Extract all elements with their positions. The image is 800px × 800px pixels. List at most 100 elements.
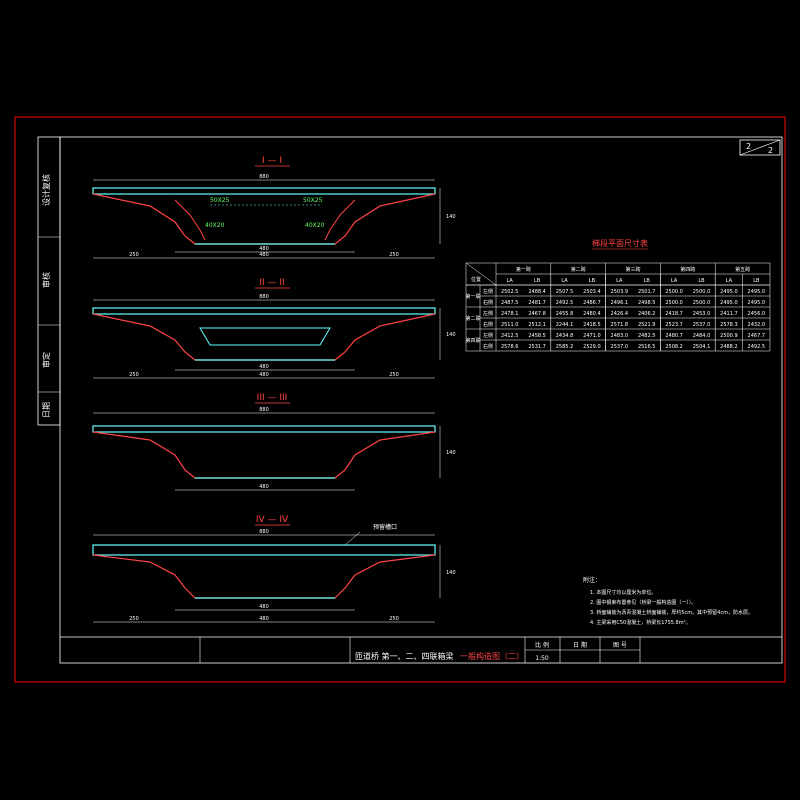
table-cell: 2492.5 — [748, 344, 766, 350]
section-4-width: 880 — [259, 529, 269, 535]
table-cell: 2486.7 — [583, 300, 601, 306]
section-2-width: 880 — [259, 294, 269, 300]
table-header-span: 第四跨 — [680, 266, 695, 273]
section-3-bottom-center: 480 — [259, 484, 269, 490]
section-4-top-slab — [92, 544, 436, 556]
table-cell: 2500.0 — [693, 300, 711, 306]
table-cell: 2537.0 — [693, 322, 711, 328]
table-cell: 2501.7 — [638, 289, 656, 295]
table-header-span: 第五跨 — [735, 266, 750, 273]
section-2-bottom-mid: 480 — [259, 372, 269, 378]
section-3-side-height: 140 — [446, 450, 456, 456]
section-1-top-slab — [92, 187, 436, 195]
table-cell: 2471.0 — [583, 333, 601, 339]
table-cell: 2432.0 — [748, 322, 766, 328]
table-cell: 2412.5 — [501, 333, 519, 339]
sheet-total: 2 — [768, 146, 773, 155]
table-cell: 2467.7 — [748, 333, 766, 339]
table-title: 梯段平面尺寸表 — [592, 238, 648, 248]
table-cell: 2500.9 — [720, 333, 738, 339]
section-2-bottom-center: 480 — [259, 364, 269, 370]
section-1-bottom-left: 250 — [129, 252, 139, 258]
table-cell: 2507.5 — [556, 289, 574, 295]
section-4-title: IV — IV — [256, 515, 289, 525]
section-1: I — I 880 50X25 50X25 40X20 40X20 480 25… — [92, 156, 456, 259]
table-header-sub: LB — [698, 278, 705, 284]
section-2-side-height: 140 — [446, 332, 456, 338]
strip-label-date: 日期 — [42, 402, 51, 418]
table-cell: 2487.5 — [501, 300, 519, 306]
table-cell: 2508.2 — [665, 344, 683, 350]
notes-item-4: 4. 主梁采用C50混凝土，桥梁长1755.8m²。 — [590, 619, 691, 626]
table-cell: 2492.5 — [556, 300, 574, 306]
table-row-label: 左侧 — [483, 288, 493, 295]
left-strip-labels: 设计复核 审核 审定 日期 — [41, 174, 51, 418]
section-2-inner-cell — [199, 327, 331, 346]
table-row-label: 左侧 — [483, 332, 493, 339]
table-group-name: 第二联 — [465, 315, 480, 322]
section-2-top-slab — [92, 307, 436, 315]
section-1-cell-label-1: 50X25 — [210, 197, 230, 204]
title-scale-label: 比 例 — [535, 641, 549, 649]
section-3-title: III — III — [257, 393, 288, 403]
table-row-label: 左侧 — [483, 310, 493, 317]
title-date-label: 日 期 — [573, 641, 587, 649]
table-cell: 2482.5 — [638, 333, 656, 339]
table-header-sub: LA — [561, 278, 568, 284]
section-4-side-height: 140 — [446, 570, 456, 576]
notes-item-3: 3. 桥面铺装为沥青混凝土桥面铺装，厚约5cm。其中预留4cm，防水层。 — [590, 609, 753, 616]
section-2-outline — [92, 313, 436, 361]
section-4-bottom-center: 480 — [259, 604, 269, 610]
table-cell: 2418.7 — [665, 311, 683, 317]
section-4-callout: 预留槽口 — [373, 523, 397, 531]
table-cell: 2456.0 — [748, 311, 766, 317]
table-cell: 2495.0 — [720, 300, 738, 306]
section-2-title: II — II — [259, 278, 284, 288]
table-cell: 2495.0 — [748, 300, 766, 306]
notes-item-2: 2. 图中钢束布置参见（桥梁一般构造图（一））。 — [590, 599, 696, 606]
section-1-outline — [92, 193, 436, 245]
table-cell: 2523.7 — [665, 322, 683, 328]
table-cell: 2578.6 — [501, 344, 519, 350]
table-cell: 2511.0 — [501, 322, 519, 328]
section-1-cell-label-2: 50X25 — [303, 197, 323, 204]
table-cell: 2406.2 — [638, 311, 656, 317]
section-4-outline — [92, 554, 436, 599]
table-header-sub: LA — [616, 278, 623, 284]
section-3-top-slab — [92, 425, 436, 433]
table-cell: 2244.1 — [556, 322, 574, 328]
table-cell: 2503.4 — [583, 289, 601, 295]
table-cell: 2481.7 — [528, 300, 546, 306]
section-1-bottom-mid: 480 — [259, 252, 269, 258]
table-cell: 2455.8 — [556, 311, 574, 317]
section-1-bottom-right: 250 — [389, 252, 399, 258]
table-cell: 2516.5 — [638, 344, 656, 350]
table-header-corner: 位置 — [471, 276, 481, 283]
section-4-bottom-left: 250 — [129, 616, 139, 622]
section-3-outline — [92, 431, 436, 479]
title-drawing: 一般构造图（二） — [460, 651, 524, 661]
section-1-width: 880 — [259, 174, 269, 180]
table-header-sub: LB — [534, 278, 541, 284]
table-header-sub: LB — [589, 278, 596, 284]
table-cell: 2531.7 — [528, 344, 546, 350]
table-row-label: 右侧 — [483, 343, 493, 350]
section-2-bottom-left: 250 — [129, 372, 139, 378]
strip-label-check: 设计复核 — [41, 174, 51, 206]
table-cell: 2521.9 — [638, 322, 656, 328]
table-header-span: 第一跨 — [516, 266, 531, 273]
table-cell: 2578.3 — [720, 322, 738, 328]
table-cell: 2483.0 — [611, 333, 629, 339]
table-cell: 2503.9 — [611, 289, 629, 295]
table-header-span: 第二跨 — [571, 266, 586, 273]
table-header-sub: LA — [671, 278, 678, 284]
table-cell: 2495.0 — [720, 289, 738, 295]
table-cell: 2480.7 — [665, 333, 683, 339]
table-cell: 2480.4 — [583, 311, 601, 317]
table-header-sub: LA — [726, 278, 733, 284]
section-4-bottom-right: 250 — [389, 616, 399, 622]
table-cell: 2478.1 — [501, 311, 519, 317]
table-cell: 2411.7 — [720, 311, 738, 317]
section-1-cell-label-3: 40X20 — [205, 222, 225, 229]
table-cell: 2502.5 — [501, 289, 519, 295]
